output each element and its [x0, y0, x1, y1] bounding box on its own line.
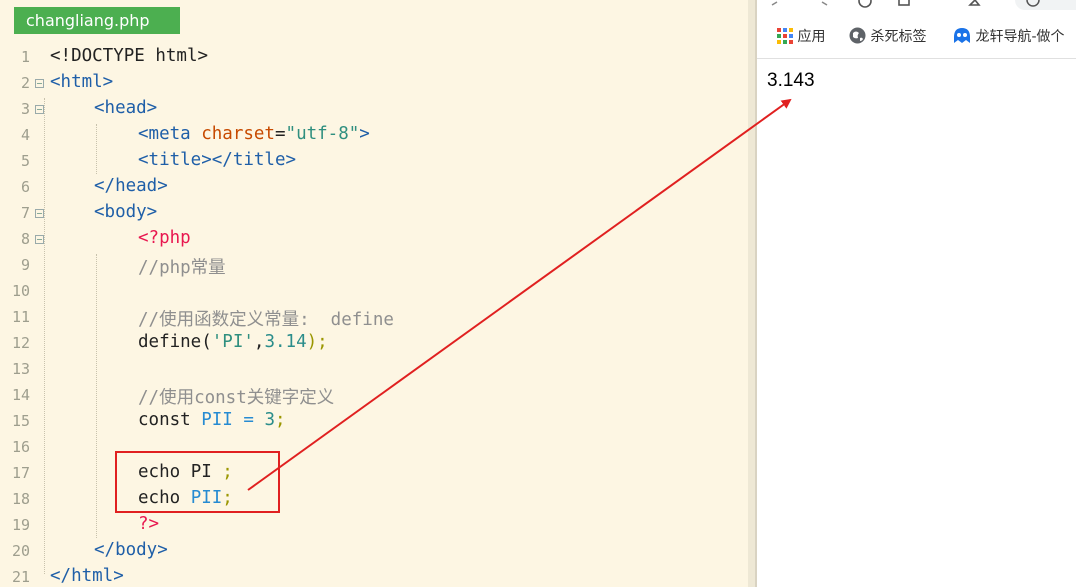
indent-guide [96, 254, 97, 538]
longxuan-logo-icon [954, 28, 970, 43]
define-end: ); [306, 332, 328, 352]
bookmark-label: 杀死标签 [870, 29, 927, 45]
doctype: <!DOCTYPE html> [50, 46, 209, 66]
const-semicolon: ; [274, 410, 286, 430]
code-line-15[interactable]: const PII = 3; [138, 410, 286, 430]
fold-toggle-body[interactable] [35, 209, 44, 218]
comment-const: //使用const关键字定义 [138, 388, 335, 408]
body-open-tag: <body> [94, 202, 158, 222]
meta-equals: = [274, 124, 286, 144]
line-number: 20 [11, 542, 30, 560]
bookmark-label: 龙轩导航-做个 [975, 29, 1065, 45]
line-number: 7 [20, 204, 30, 222]
define-comma: , [253, 332, 265, 352]
line-number: 18 [11, 490, 30, 508]
line-number: 1 [20, 48, 30, 66]
line-number: 3 [20, 100, 30, 118]
code-line-12[interactable]: define('PI',3.14); [138, 332, 328, 352]
code-line-6[interactable]: </head> [94, 176, 168, 196]
line-number: 8 [20, 230, 30, 248]
toolbar-icons [771, 0, 1076, 10]
php-close-tag: ?> [138, 514, 160, 534]
code-line-9[interactable]: //php常量 [138, 254, 226, 279]
fold-toggle-php[interactable] [35, 235, 44, 244]
line-number: 9 [20, 256, 30, 274]
bookmarks-bar: 应用 杀死标签 龙轩导航-做个 [757, 18, 1076, 59]
define-call: define( [138, 332, 212, 352]
line-number: 11 [11, 308, 30, 326]
line-number: 4 [20, 126, 30, 144]
code-line-5[interactable]: <title></title> [138, 150, 296, 170]
define-value: 3.14 [264, 332, 307, 352]
html-open-tag: <html> [50, 72, 114, 92]
meta-tag-open: <meta [138, 124, 202, 144]
code-line-3[interactable]: <head> [94, 98, 157, 118]
meta-charset-value: "utf-8" [285, 124, 360, 144]
code-line-19[interactable]: ?> [138, 514, 159, 534]
line-number: 13 [11, 360, 30, 378]
bookmark-apps[interactable]: 应用 [777, 27, 825, 47]
annotation-highlight-box [115, 451, 280, 513]
code-line-8[interactable]: <?php [138, 228, 191, 248]
line-number: 10 [11, 282, 30, 300]
code-line-2[interactable]: <html> [50, 72, 113, 92]
title-tag: <title></title> [138, 150, 297, 170]
head-open-tag: <head> [94, 98, 158, 118]
html-close-tag: </html> [50, 566, 124, 586]
line-number: 2 [20, 74, 30, 92]
code-line-4[interactable]: <meta charset="utf-8"> [138, 124, 370, 144]
line-number: 12 [11, 334, 30, 352]
tab-changliang-php[interactable]: changliang.php [14, 7, 180, 34]
line-number: 17 [11, 464, 30, 482]
body-close-tag: </body> [94, 540, 168, 560]
php-output-text: 3.143 [767, 70, 815, 91]
bookmark-longxuan-nav[interactable]: 龙轩导航-做个 [953, 27, 1065, 47]
line-number: 6 [20, 178, 30, 196]
bookmark-kill-tabs[interactable]: 杀死标签 [849, 27, 926, 47]
line-number: 21 [11, 568, 30, 586]
indent-guide [96, 124, 97, 174]
indent-guide [44, 98, 45, 574]
code-line-14[interactable]: //使用const关键字定义 [138, 384, 334, 409]
code-line-7[interactable]: <body> [94, 202, 157, 222]
head-close-tag: </head> [94, 176, 168, 196]
line-number: 15 [11, 412, 30, 430]
line-number: 16 [11, 438, 30, 456]
meta-tag-close: > [359, 124, 370, 144]
browser-window: 应用 杀死标签 龙轩导航-做个 3.143 [757, 0, 1076, 587]
const-value: 3 [264, 410, 275, 430]
apps-grid-icon [777, 28, 793, 44]
line-number: 14 [11, 386, 30, 404]
code-line-1[interactable]: <!DOCTYPE html> [50, 46, 208, 66]
code-editor[interactable]: changliang.php 1 2 3 4 5 6 7 8 9 10 11 12 13 14 15 16 17… [0, 0, 748, 587]
const-equals: = [232, 410, 265, 430]
comment-define: //使用函数定义常量: define [138, 310, 394, 330]
line-number: 5 [20, 152, 30, 170]
meta-charset-attr: charset [201, 124, 275, 144]
code-line-11[interactable]: //使用函数定义常量: define [138, 306, 394, 331]
globe-icon [849, 27, 866, 44]
define-name-string: 'PI' [211, 332, 254, 352]
const-name: PII [201, 410, 233, 430]
php-open-tag: <?php [138, 228, 191, 248]
line-number: 19 [11, 516, 30, 534]
code-line-21[interactable]: </html> [50, 566, 124, 586]
code-line-20[interactable]: </body> [94, 540, 168, 560]
const-keyword: const [138, 410, 202, 430]
bookmark-label: 应用 [797, 29, 826, 45]
fold-toggle-head[interactable] [35, 105, 44, 114]
browser-toolbar-strip [757, 0, 1076, 18]
comment-php-constants: //php常量 [138, 258, 226, 278]
fold-toggle-html[interactable] [35, 79, 44, 88]
